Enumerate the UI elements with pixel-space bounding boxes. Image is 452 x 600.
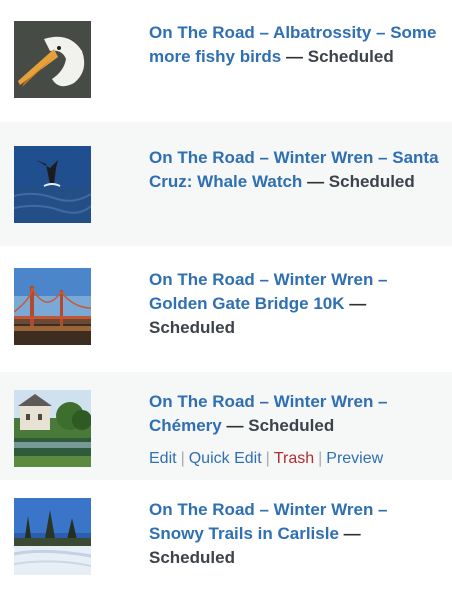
post-row: On The Road – Winter Wren – Snowy Trails… bbox=[0, 480, 452, 600]
post-state: Scheduled bbox=[248, 416, 335, 435]
whale-tail-photo-icon bbox=[14, 146, 91, 223]
post-title-block: On The Road – Winter Wren – Chémery — Sc… bbox=[149, 390, 442, 438]
post-title-block: On The Road – Albatrossity – Some more f… bbox=[149, 21, 442, 69]
post-title-block: On The Road – Winter Wren – Golden Gate … bbox=[149, 268, 442, 340]
action-divider: | bbox=[318, 450, 323, 467]
title-separator: — bbox=[343, 524, 361, 543]
post-list: On The Road – Albatrossity – Some more f… bbox=[0, 0, 452, 600]
trash-link[interactable]: Trash bbox=[274, 450, 314, 467]
chateau-pond-photo-icon bbox=[14, 390, 91, 467]
post-state: Scheduled bbox=[149, 318, 235, 337]
post-row: On The Road – Winter Wren – Chémery — Sc… bbox=[0, 372, 452, 480]
title-separator: — bbox=[226, 416, 244, 435]
post-thumbnail[interactable] bbox=[14, 390, 91, 467]
post-title-block: On The Road – Winter Wren – Snowy Trails… bbox=[149, 498, 442, 570]
edit-link[interactable]: Edit bbox=[149, 450, 177, 467]
preview-link[interactable]: Preview bbox=[326, 450, 383, 467]
post-state: Scheduled bbox=[328, 172, 415, 191]
title-separator: — bbox=[307, 172, 325, 191]
post-thumbnail[interactable] bbox=[14, 146, 91, 223]
row-actions: Edit | Quick Edit | Trash | Preview bbox=[149, 449, 383, 469]
action-divider: | bbox=[265, 450, 270, 467]
quick-edit-link[interactable]: Quick Edit bbox=[189, 450, 262, 467]
snowy-trail-photo-icon bbox=[14, 498, 91, 575]
title-separator: — bbox=[286, 47, 303, 66]
action-divider: | bbox=[180, 450, 185, 467]
post-row: On The Road – Albatrossity – Some more f… bbox=[0, 0, 452, 122]
post-state: Scheduled bbox=[307, 47, 394, 66]
post-row: On The Road – Winter Wren – Santa Cruz: … bbox=[0, 122, 452, 246]
golden-gate-bridge-photo-icon bbox=[14, 268, 91, 345]
post-title-block: On The Road – Winter Wren – Santa Cruz: … bbox=[149, 146, 442, 194]
post-row: On The Road – Winter Wren – Golden Gate … bbox=[0, 246, 452, 372]
post-thumbnail[interactable] bbox=[14, 268, 91, 345]
pelican-photo-icon bbox=[14, 21, 91, 98]
post-thumbnail[interactable] bbox=[14, 498, 91, 575]
post-state: Scheduled bbox=[149, 548, 235, 567]
post-thumbnail[interactable] bbox=[14, 21, 91, 98]
title-separator: — bbox=[349, 294, 367, 313]
